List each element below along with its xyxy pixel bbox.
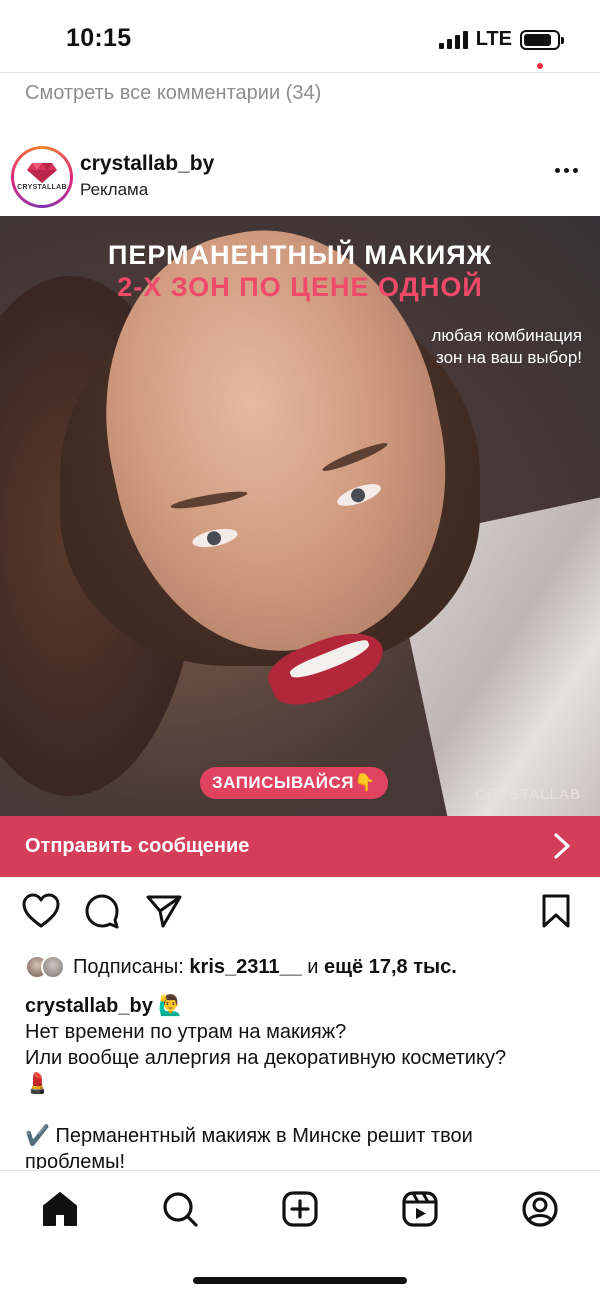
send-message-label: Отправить сообщение bbox=[25, 835, 250, 857]
signal-icon bbox=[438, 30, 468, 49]
avatar-logo: CRYSTALLAB bbox=[14, 149, 70, 205]
send-message-button[interactable]: Отправить сообщение bbox=[0, 816, 600, 877]
home-indicator bbox=[193, 1277, 407, 1284]
status-indicators: LTE bbox=[438, 28, 564, 51]
liker-avatars bbox=[25, 953, 69, 981]
send-icon[interactable] bbox=[145, 893, 183, 929]
comment-icon[interactable] bbox=[84, 893, 120, 929]
more-horizontal-icon[interactable] bbox=[555, 168, 578, 173]
ad-watermark: CRYSTALLAB bbox=[474, 786, 581, 803]
caption-username[interactable]: crystallab_by bbox=[25, 995, 153, 1017]
caption-emoji: 🙋‍♂️ bbox=[158, 995, 184, 1017]
account-name[interactable]: crystallab_by bbox=[80, 152, 214, 176]
avatar[interactable]: CRYSTALLAB bbox=[11, 146, 73, 208]
avatar-logo-text: CRYSTALLAB bbox=[17, 184, 67, 191]
heart-icon[interactable] bbox=[22, 893, 60, 929]
network-type: LTE bbox=[475, 28, 512, 50]
battery-icon bbox=[520, 29, 564, 50]
status-bar: 10:15 LTE bbox=[0, 0, 600, 72]
ad-subtext: любая комбинация зон на ваш выбор! bbox=[431, 326, 583, 367]
ad-cta-button[interactable]: ЗАПИСЫВАЙСЯ👇 bbox=[200, 767, 388, 799]
post-actions bbox=[0, 893, 600, 937]
sponsored-label: Реклама bbox=[80, 180, 149, 199]
divider bbox=[0, 72, 600, 73]
reels-icon[interactable] bbox=[400, 1189, 440, 1229]
status-time: 10:15 bbox=[66, 24, 132, 52]
bookmark-icon[interactable] bbox=[540, 893, 572, 929]
create-icon[interactable] bbox=[280, 1189, 320, 1229]
post-caption: crystallab_by 🙋‍♂️ Нет времени по утрам … bbox=[25, 995, 507, 1169]
ad-headline: ПЕРМАНЕНТНЫЙ МАКИЯЖ bbox=[107, 240, 493, 270]
diamond-icon bbox=[27, 163, 57, 183]
likes-summary[interactable]: Подписаны: kris_2311__ и ещё 17,8 тыс. bbox=[25, 953, 457, 981]
search-icon[interactable] bbox=[160, 1189, 200, 1229]
post-header: CRYSTALLAB crystallab_by Реклама bbox=[0, 140, 600, 214]
battery-level bbox=[524, 33, 552, 46]
notification-dot bbox=[537, 63, 543, 69]
avatar bbox=[41, 955, 65, 979]
home-icon[interactable] bbox=[40, 1189, 80, 1229]
profile-icon[interactable] bbox=[520, 1189, 560, 1229]
ad-headline-offer: 2-Х ЗОН ПО ЦЕНЕ ОДНОЙ bbox=[117, 272, 483, 302]
chevron-right-icon bbox=[554, 833, 570, 859]
view-all-comments-link[interactable]: Смотреть все комментарии (34) bbox=[25, 82, 321, 105]
liker-username[interactable]: kris_2311__ bbox=[189, 956, 301, 979]
likes-others[interactable]: ещё 17,8 тыс. bbox=[324, 956, 457, 979]
